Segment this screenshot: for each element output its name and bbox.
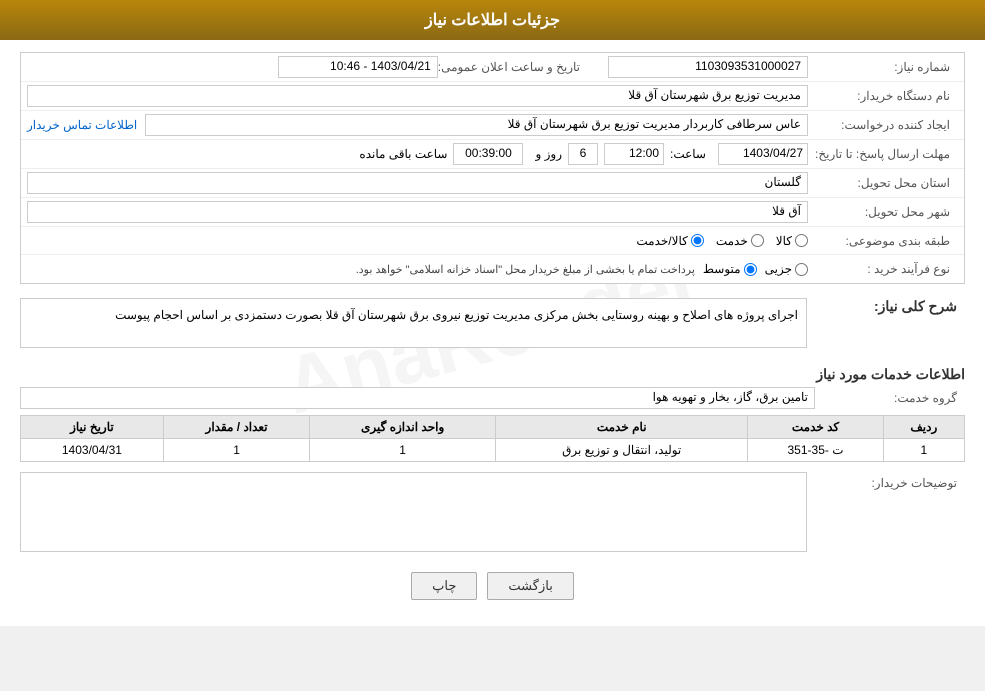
province-row: استان محل تحویل: گلستان	[21, 169, 964, 198]
th-code: کد خدمت	[748, 416, 883, 439]
category-radio-khedmat[interactable]	[751, 234, 764, 247]
category-label-kala-khedmat: کالا/خدمت	[636, 234, 687, 248]
description-value: اجرای پروژه های اصلاح و بهینه روستایی بخ…	[20, 298, 807, 348]
reply-days-label: روز و	[529, 145, 568, 163]
creator-value: عاس سرطافی کاربردار مدیریت توزیع برق شهر…	[145, 114, 808, 136]
reply-remaining-value: 00:39:00	[453, 143, 523, 165]
category-option-kala: کالا	[776, 234, 808, 248]
description-label: شرح کلی نیاز:	[815, 294, 965, 315]
purchase-radio-motavaret[interactable]	[744, 263, 757, 276]
td-row: 1	[883, 439, 964, 462]
category-radio-kala-khedmat[interactable]	[691, 234, 704, 247]
reply-time-value: 12:00	[604, 143, 664, 165]
buyer-notes-label: توضیحات خریدار:	[815, 472, 965, 490]
description-section: شرح کلی نیاز: اجرای پروژه های اصلاح و به…	[20, 294, 965, 352]
province-value: گلستان	[27, 172, 808, 194]
content-area: AnaRender شماره نیاز: 1103093531000027 ت…	[0, 40, 985, 626]
category-radio-group: کالا خدمت کالا/خدمت	[27, 234, 808, 248]
city-row: شهر محل تحویل: آق قلا	[21, 198, 964, 227]
service-group-row: گروه خدمت: تامین برق، گاز، بخار و تهویه …	[20, 387, 965, 409]
td-date: 1403/04/31	[21, 439, 164, 462]
th-row: ردیف	[883, 416, 964, 439]
purchase-label-motavaret: متوسط	[703, 262, 741, 276]
td-quantity: 1	[163, 439, 309, 462]
buyer-org-label: نام دستگاه خریدار:	[808, 89, 958, 103]
table-header-row: ردیف کد خدمت نام خدمت واحد اندازه گیری ت…	[21, 416, 965, 439]
main-form-section: شماره نیاز: 1103093531000027 تاریخ و ساع…	[20, 52, 965, 284]
print-button[interactable]: چاپ	[411, 572, 477, 600]
category-row: طبقه بندی موضوعی: کالا خدمت کالا/خدمت	[21, 227, 964, 255]
td-code: ت -35-351	[748, 439, 883, 462]
th-date: تاریخ نیاز	[21, 416, 164, 439]
services-table: ردیف کد خدمت نام خدمت واحد اندازه گیری ت…	[20, 415, 965, 462]
purchase-type-label: نوع فرآیند خرید :	[808, 262, 958, 276]
request-number-row: شماره نیاز: 1103093531000027 تاریخ و ساع…	[21, 53, 964, 82]
reply-deadline-row: مهلت ارسال پاسخ: تا تاریخ: 1403/04/27 سا…	[21, 140, 964, 169]
back-button[interactable]: بازگشت	[487, 572, 573, 600]
buyer-notes-section: توضیحات خریدار:	[20, 472, 965, 552]
creator-contact-link[interactable]: اطلاعات تماس خریدار	[27, 118, 137, 132]
creator-row: ایجاد کننده درخواست: عاس سرطافی کاربردار…	[21, 111, 964, 140]
buyer-notes-row: توضیحات خریدار:	[20, 472, 965, 552]
reply-deadline-label: مهلت ارسال پاسخ: تا تاریخ:	[808, 147, 958, 161]
purchase-option-motavaret: متوسط	[703, 262, 757, 276]
announcement-date-value: 1403/04/21 - 10:46	[278, 56, 438, 78]
purchase-radio-jozi[interactable]	[795, 263, 808, 276]
request-number-value: 1103093531000027	[608, 56, 808, 78]
purchase-label-jozi: جزیی	[765, 262, 792, 276]
reply-time-label: ساعت:	[664, 145, 712, 163]
table-row: 1 ت -35-351 تولید، انتقال و توزیع برق 1 …	[21, 439, 965, 462]
buyer-notes-textarea[interactable]	[20, 472, 807, 552]
page-wrapper: جزئیات اطلاعات نیاز AnaRender شماره نیاز…	[0, 0, 985, 626]
td-unit: 1	[310, 439, 496, 462]
city-label: شهر محل تحویل:	[808, 205, 958, 219]
services-header: اطلاعات خدمات مورد نیاز	[20, 360, 965, 387]
th-name: نام خدمت	[496, 416, 748, 439]
page-header: جزئیات اطلاعات نیاز	[0, 0, 985, 40]
category-radio-kala[interactable]	[795, 234, 808, 247]
request-number-label: شماره نیاز:	[808, 60, 958, 74]
buttons-row: بازگشت چاپ	[20, 562, 965, 614]
content-inner: شماره نیاز: 1103093531000027 تاریخ و ساع…	[20, 52, 965, 614]
th-unit: واحد اندازه گیری	[310, 416, 496, 439]
services-section: اطلاعات خدمات مورد نیاز گروه خدمت: تامین…	[20, 360, 965, 462]
buyer-org-value: مدیریت توزیع برق شهرستان آق قلا	[27, 85, 808, 107]
service-group-value: تامین برق، گاز، بخار و تهویه هوا	[20, 387, 815, 409]
purchase-option-jozi: جزیی	[765, 262, 808, 276]
announcement-date-label: تاریخ و ساعت اعلان عمومی:	[438, 60, 588, 74]
creator-label: ایجاد کننده درخواست:	[808, 118, 958, 132]
city-value: آق قلا	[27, 201, 808, 223]
purchase-type-options: جزیی متوسط پرداخت تمام یا بخشی از مبلغ خ…	[27, 262, 808, 276]
reply-date-value: 1403/04/27	[718, 143, 808, 165]
category-option-khedmat: خدمت	[716, 234, 764, 248]
category-label-khedmat: خدمت	[716, 234, 748, 248]
buyer-org-row: نام دستگاه خریدار: مدیریت توزیع برق شهرس…	[21, 82, 964, 111]
category-label-kala: کالا	[776, 234, 792, 248]
province-label: استان محل تحویل:	[808, 176, 958, 190]
td-name: تولید، انتقال و توزیع برق	[496, 439, 748, 462]
purchase-type-row: نوع فرآیند خرید : جزیی متوسط پرداخت تمام…	[21, 255, 964, 283]
service-group-label: گروه خدمت:	[815, 391, 965, 405]
reply-days-value: 6	[568, 143, 598, 165]
reply-remaining-label: ساعت باقی مانده	[353, 145, 453, 163]
page-title: جزئیات اطلاعات نیاز	[425, 12, 560, 29]
th-quantity: تعداد / مقدار	[163, 416, 309, 439]
category-label: طبقه بندی موضوعی:	[808, 234, 958, 248]
category-option-kala-khedmat: کالا/خدمت	[636, 234, 703, 248]
purchase-note: پرداخت تمام یا بخشی از مبلغ خریدار محل "…	[356, 263, 695, 276]
